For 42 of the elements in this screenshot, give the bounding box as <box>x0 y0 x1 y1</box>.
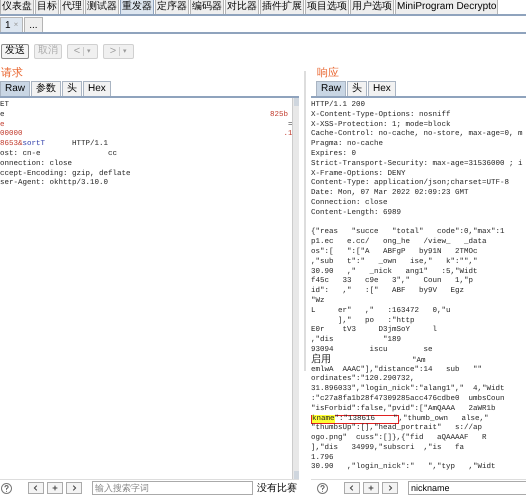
tab[interactable]: 目标 <box>35 0 59 14</box>
tab[interactable]: 编码器 <box>190 0 224 14</box>
plus-icon <box>51 484 59 492</box>
tab[interactable]: MiniProgram Decrypto <box>395 0 498 14</box>
tab[interactable]: ... <box>24 17 43 32</box>
tab[interactable]: 头 <box>62 81 82 96</box>
tab[interactable]: 对比器 <box>225 0 259 14</box>
tab[interactable]: Raw <box>0 81 30 96</box>
chevron-right-icon <box>386 484 394 492</box>
pane-title: 响应 <box>317 67 340 81</box>
help-icon[interactable] <box>317 482 328 494</box>
tab[interactable]: 用户选项 <box>350 0 394 14</box>
help-icon[interactable] <box>1 482 12 494</box>
match-status: 没有比赛 <box>257 482 297 496</box>
tab[interactable]: 参数 <box>31 81 62 96</box>
prev-match-button[interactable] <box>344 482 360 494</box>
scrollbar[interactable] <box>292 98 299 479</box>
next-match-button[interactable] <box>382 482 398 494</box>
tab[interactable]: Raw <box>316 81 346 96</box>
tab[interactable]: 仪表盘 <box>0 0 34 14</box>
search-field[interactable]: nickname <box>408 481 526 495</box>
pane-title: 请求 <box>1 67 24 81</box>
tab[interactable]: 定序器 <box>155 0 189 14</box>
chevron-left-icon <box>348 484 356 492</box>
send-button[interactable]: 发送 <box>1 44 29 58</box>
add-button[interactable] <box>47 482 63 494</box>
search-field[interactable]: 输入搜索字词 <box>92 481 253 495</box>
chevron-left-icon <box>32 484 40 492</box>
tab[interactable]: Hex <box>368 81 396 96</box>
tab[interactable]: 代理 <box>60 0 84 14</box>
tab[interactable]: Hex <box>83 81 111 96</box>
tab[interactable]: 项目选项 <box>305 0 349 14</box>
chevron-right-icon <box>70 484 78 492</box>
tab[interactable]: 头 <box>347 81 368 96</box>
prev-match-button[interactable] <box>28 482 44 494</box>
tab[interactable]: 测试器 <box>85 0 119 14</box>
tab[interactable]: 1 × <box>0 17 24 32</box>
next-match-button[interactable] <box>66 482 82 494</box>
tab[interactable]: 插件扩展 <box>260 0 304 14</box>
add-button[interactable] <box>363 482 379 494</box>
tab[interactable]: 重发器 <box>120 0 154 14</box>
plus-icon <box>367 484 375 492</box>
